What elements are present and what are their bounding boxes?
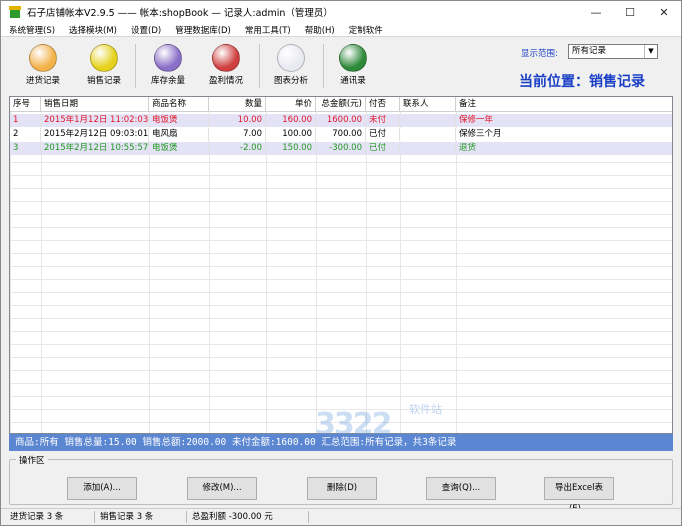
cell-qty: -2.00	[209, 142, 266, 155]
tool-profit[interactable]: 盈利情况	[200, 41, 252, 91]
cell-product: 电风扇	[149, 128, 209, 141]
close-button[interactable]: ✕	[647, 1, 681, 23]
cell-note: 保修一年	[456, 114, 672, 127]
cell-price: 100.00	[266, 128, 316, 141]
tool-sales-records[interactable]: 销售记录	[78, 41, 130, 91]
tool-contacts[interactable]: 通讯录	[327, 41, 379, 91]
range-label: 显示范围:	[521, 49, 558, 59]
cell-no: 3	[10, 142, 41, 155]
header-qty[interactable]: 数量	[209, 97, 266, 112]
tool-chart-analysis[interactable]: 图表分析	[265, 41, 317, 91]
delete-button[interactable]: 删除(D)	[307, 477, 377, 500]
menu-tools[interactable]: 常用工具(T)	[245, 24, 291, 36]
cell-contact	[400, 142, 456, 155]
toolbar-separator	[323, 44, 324, 88]
status-bar: 进货记录 3 条 销售记录 3 条 总盈利额 -300.00 元	[1, 508, 681, 525]
status-total-profit: 总盈利额 -300.00 元	[189, 511, 309, 523]
cell-no: 1	[10, 114, 41, 127]
maximize-button[interactable]: ☐	[613, 1, 647, 23]
chevron-down-icon[interactable]: ▼	[644, 45, 657, 58]
toolbar: 进货记录 销售记录 库存余量 盈利情况 图表分析 通讯录 显示范围: 所有记录 …	[1, 38, 681, 94]
tool-label: 库存余量	[150, 76, 185, 86]
coins-icon	[212, 44, 240, 72]
window-title: 石子店铺帐本V2.9.5 —— 帐本:shopBook — 记录人:admin（…	[27, 8, 333, 19]
cell-total: 1600.00	[316, 114, 366, 127]
menu-bar: 系统管理(S) 选择模块(M) 设置(D) 管理数据库(D) 常用工具(T) 帮…	[1, 23, 681, 37]
tool-label: 进货记录	[25, 76, 60, 86]
toolbar-separator	[135, 44, 136, 88]
add-button[interactable]: 添加(A)...	[67, 477, 137, 500]
warehouse-icon	[154, 44, 182, 72]
tool-label: 通讯录	[340, 76, 366, 86]
cell-contact	[400, 114, 456, 127]
cell-note: 退货	[456, 142, 672, 155]
export-excel-button[interactable]: 导出Excel表(E)...	[544, 477, 614, 514]
header-date[interactable]: 销售日期	[41, 97, 149, 112]
menu-database[interactable]: 管理数据库(D)	[175, 24, 231, 36]
cube-icon	[29, 44, 57, 72]
cell-product: 电饭煲	[149, 114, 209, 127]
header-paid[interactable]: 付否	[366, 97, 400, 112]
cell-no: 2	[10, 128, 41, 141]
summary-bar: 商品:所有 销售总量:15.00 销售总额:2000.00 未付金额:1600.…	[9, 434, 673, 451]
window-controls: — ☐ ✕	[579, 1, 681, 23]
current-location: 当前位置：销售记录	[519, 74, 645, 90]
toolbar-separator	[259, 44, 260, 88]
tool-inventory[interactable]: 库存余量	[142, 41, 194, 91]
header-total[interactable]: 总金额(元)	[316, 97, 366, 112]
cell-qty: 10.00	[209, 114, 266, 127]
cell-paid: 已付	[366, 128, 400, 141]
app-logo-icon	[9, 6, 21, 18]
cell-qty: 7.00	[209, 128, 266, 141]
status-purchase-count: 进货记录 3 条	[7, 511, 95, 523]
cell-total: 700.00	[316, 128, 366, 141]
cell-product: 电饭煲	[149, 142, 209, 155]
cell-price: 150.00	[266, 142, 316, 155]
cell-paid: 已付	[366, 142, 400, 155]
phone-icon	[339, 44, 367, 72]
cell-total: -300.00	[316, 142, 366, 155]
query-button[interactable]: 查询(Q)...	[426, 477, 496, 500]
header-price[interactable]: 单价	[266, 97, 316, 112]
tool-label: 盈利情况	[208, 76, 243, 86]
range-select[interactable]: 所有记录 ▼	[568, 44, 658, 59]
menu-help[interactable]: 帮助(H)	[305, 24, 335, 36]
header-product[interactable]: 商品名称	[149, 97, 209, 112]
operation-group: 操作区 添加(A)... 修改(M)... 删除(D) 查询(Q)... 导出E…	[9, 454, 673, 514]
operation-group-title: 操作区	[16, 454, 48, 466]
tool-purchase-records[interactable]: 进货记录	[17, 41, 69, 91]
header-note[interactable]: 备注	[456, 97, 672, 112]
range-value: 所有记录	[572, 46, 607, 56]
cell-contact	[400, 128, 456, 141]
table-row[interactable]: 1 2015年1月12日 11:02:03 电饭煲 10.00 160.00 1…	[10, 114, 672, 127]
yen-coin-icon	[90, 44, 118, 72]
cell-date: 2015年1月12日 11:02:03	[41, 114, 149, 127]
app-window: 石子店铺帐本V2.9.5 —— 帐本:shopBook — 记录人:admin（…	[0, 0, 682, 526]
cell-date: 2015年2月12日 09:03:01	[41, 128, 149, 141]
minimize-button[interactable]: —	[579, 1, 613, 23]
cell-paid: 未付	[366, 114, 400, 127]
cell-note: 保修三个月	[456, 128, 672, 141]
table-header: 序号 销售日期 商品名称 数量 单价 总金额(元) 付否 联系人 备注	[10, 97, 672, 112]
header-contact[interactable]: 联系人	[400, 97, 456, 112]
menu-system[interactable]: 系统管理(S)	[9, 24, 55, 36]
status-sales-count: 销售记录 3 条	[97, 511, 187, 523]
edit-button[interactable]: 修改(M)...	[187, 477, 257, 500]
menu-settings[interactable]: 设置(D)	[131, 24, 161, 36]
sales-table[interactable]: 序号 销售日期 商品名称 数量 单价 总金额(元) 付否 联系人 备注 1 20…	[9, 96, 673, 434]
table-row[interactable]: 3 2015年2月12日 10:55:57 电饭煲 -2.00 150.00 -…	[10, 142, 672, 155]
tool-label: 销售记录	[86, 76, 121, 86]
table-row[interactable]: 2 2015年2月12日 09:03:01 电风扇 7.00 100.00 70…	[10, 128, 672, 141]
menu-custom[interactable]: 定制软件	[349, 24, 383, 36]
cell-date: 2015年2月12日 10:55:57	[41, 142, 149, 155]
cell-price: 160.00	[266, 114, 316, 127]
tool-label: 图表分析	[273, 76, 308, 86]
menu-module[interactable]: 选择模块(M)	[69, 24, 117, 36]
bar-chart-icon	[277, 44, 305, 72]
title-bar: 石子店铺帐本V2.9.5 —— 帐本:shopBook — 记录人:admin（…	[1, 1, 681, 23]
header-no[interactable]: 序号	[10, 97, 41, 112]
